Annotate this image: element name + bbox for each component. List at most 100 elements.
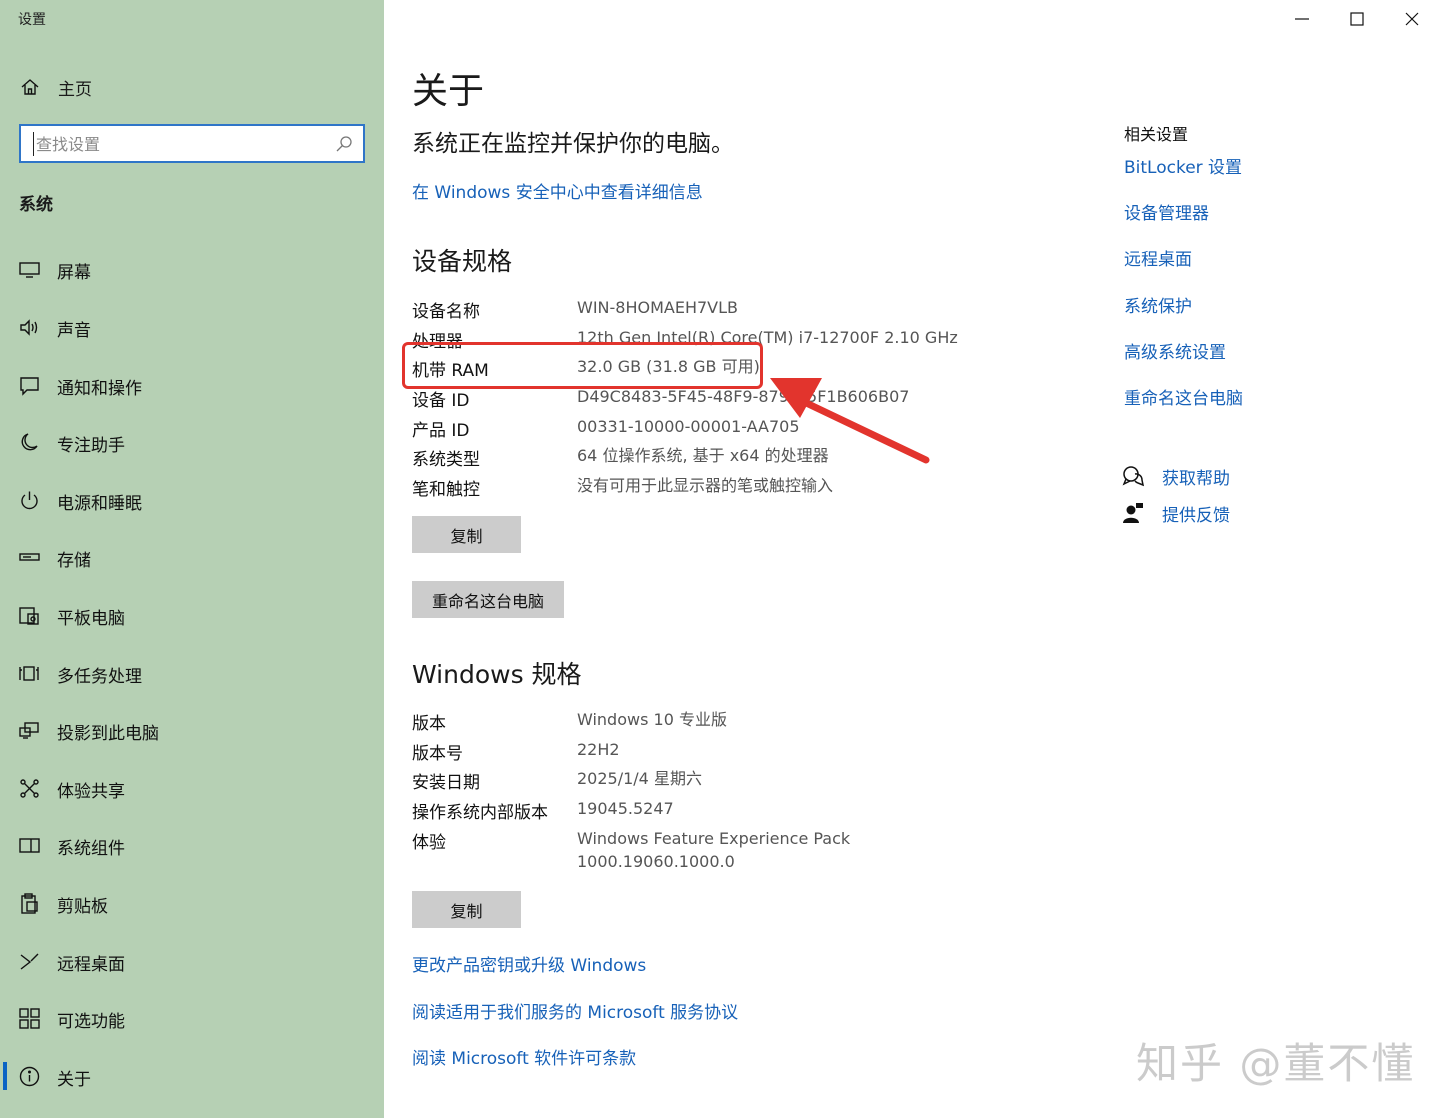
security-center-link[interactable]: 在 Windows 安全中心中查看详细信息	[412, 178, 703, 203]
monitor-icon	[19, 262, 40, 278]
spec-row-edition: 版本 Windows 10 专业版	[412, 709, 972, 735]
sidebar-home-label: 主页	[58, 80, 92, 100]
remote-icon	[20, 953, 39, 970]
page-title: 关于	[412, 71, 485, 112]
spec-value: WIN-8HOMAEH7VLB	[577, 298, 738, 317]
related-settings-title: 相关设置	[1124, 125, 1189, 144]
help-chat-icon	[1122, 466, 1144, 487]
license-terms-link[interactable]: 阅读 Microsoft 软件许可条款	[412, 1044, 636, 1069]
spec-key: 产品 ID	[412, 421, 470, 441]
rename-pc-link[interactable]: 重命名这台电脑	[1124, 384, 1243, 409]
maximize-icon	[1350, 12, 1364, 26]
spec-value-line2: 1000.19060.1000.0	[577, 852, 735, 871]
spec-row-experience: 体验 Windows Feature Experience Pack 1000.…	[412, 828, 972, 878]
search-box[interactable]	[19, 124, 365, 163]
spec-key: 版本号	[412, 744, 463, 764]
spec-key: 设备名称	[412, 302, 480, 322]
watermark: 知乎 @董不懂	[1136, 1039, 1416, 1088]
spec-key: 笔和触控	[412, 480, 480, 500]
windows-spec-heading: Windows 规格	[412, 660, 582, 689]
sidebar-item-shared-experiences[interactable]: 体验共享	[0, 767, 384, 809]
sidebar-item-label: 屏幕	[57, 263, 91, 283]
app-title: 设置	[18, 12, 46, 28]
sidebar-item-multitasking[interactable]: 多任务处理	[0, 652, 384, 694]
sidebar-item-label: 系统组件	[57, 839, 125, 859]
sidebar-item-project[interactable]: 投影到此电脑	[0, 709, 384, 751]
change-product-key-link[interactable]: 更改产品密钥或升级 Windows	[412, 951, 646, 976]
home-icon	[21, 79, 39, 95]
advanced-system-settings-link[interactable]: 高级系统设置	[1124, 338, 1226, 363]
spec-value: 没有可用于此显示器的笔或触控输入	[577, 476, 834, 495]
sidebar-item-display[interactable]: 屏幕	[0, 248, 384, 290]
minimize-button[interactable]	[1275, 0, 1329, 38]
multitask-icon	[19, 666, 39, 681]
sidebar-item-tablet[interactable]: 平板电脑	[0, 594, 384, 636]
spec-row-os-build: 操作系统内部版本 19045.5247	[412, 798, 972, 824]
spec-key: 版本	[412, 714, 446, 734]
spec-row-pen-touch: 笔和触控 没有可用于此显示器的笔或触控输入	[412, 475, 972, 501]
spec-key: 体验	[412, 833, 446, 853]
close-button[interactable]	[1385, 0, 1439, 38]
info-icon	[19, 1066, 40, 1087]
spec-key: 安装日期	[412, 773, 480, 793]
spec-value: 19045.5247	[577, 799, 674, 818]
sidebar-item-focus[interactable]: 专注助手	[0, 421, 384, 463]
speaker-icon	[20, 319, 38, 336]
device-manager-link[interactable]: 设备管理器	[1124, 199, 1209, 224]
sidebar-item-notifications[interactable]: 通知和操作	[0, 364, 384, 406]
moon-icon	[21, 433, 38, 451]
spec-value: 22H2	[577, 740, 620, 759]
sidebar-item-label: 剪贴板	[57, 897, 108, 917]
sidebar-item-label: 存储	[57, 551, 91, 571]
get-help-link[interactable]: 获取帮助	[1122, 463, 1322, 491]
sidebar-item-label: 平板电脑	[57, 609, 125, 629]
sidebar-item-label: 远程桌面	[57, 955, 125, 975]
sidebar-item-components[interactable]: 系统组件	[0, 824, 384, 866]
sidebar-item-label: 专注助手	[57, 436, 125, 456]
device-spec-heading: 设备规格	[412, 247, 513, 276]
service-agreement-link[interactable]: 阅读适用于我们服务的 Microsoft 服务协议	[412, 998, 738, 1023]
system-protection-link[interactable]: 系统保护	[1124, 292, 1192, 317]
power-icon	[21, 491, 38, 510]
rename-pc-button[interactable]: 重命名这台电脑	[412, 581, 564, 618]
section-title: 系统	[19, 195, 53, 215]
copy-device-spec-button[interactable]: 复制	[412, 516, 521, 553]
annotation-arrow-icon	[770, 378, 930, 464]
sidebar-item-label: 体验共享	[57, 782, 125, 802]
close-icon	[1405, 12, 1419, 26]
sidebar-item-label: 通知和操作	[57, 379, 142, 399]
spec-key: 系统类型	[412, 450, 480, 470]
bitlocker-link[interactable]: BitLocker 设置	[1124, 153, 1242, 178]
spec-value: Windows 10 专业版	[577, 710, 727, 729]
spec-row-version: 版本号 22H2	[412, 739, 972, 765]
sidebar-home[interactable]: 主页	[0, 68, 384, 106]
spec-key: 操作系统内部版本	[412, 803, 548, 823]
sidebar-item-remote-desktop[interactable]: 远程桌面	[0, 940, 384, 982]
feedback-link[interactable]: 提供反馈	[1122, 500, 1322, 528]
sidebar-item-power[interactable]: 电源和睡眠	[0, 479, 384, 521]
components-icon	[19, 838, 40, 853]
sidebar-item-storage[interactable]: 存储	[0, 536, 384, 578]
search-input[interactable]	[33, 132, 323, 156]
copy-windows-spec-button[interactable]: 复制	[412, 891, 521, 928]
sidebar-item-optional-features[interactable]: 可选功能	[0, 997, 384, 1039]
spec-value: Windows Feature Experience Pack	[577, 829, 851, 848]
maximize-button[interactable]	[1330, 0, 1384, 38]
clipboard-icon	[21, 893, 38, 914]
project-icon	[19, 722, 39, 739]
spec-row-device-name: 设备名称 WIN-8HOMAEH7VLB	[412, 297, 972, 323]
spec-row-install-date: 安装日期 2025/1/4 星期六	[412, 768, 972, 794]
sidebar: 设置 主页 系统 屏幕 声音 通知和操作 专注助手 电源和睡眠 存储 平板	[0, 0, 384, 1118]
sidebar-item-label: 可选功能	[57, 1012, 125, 1032]
sidebar-item-sound[interactable]: 声音	[0, 306, 384, 348]
apps-icon	[19, 1008, 40, 1029]
remote-desktop-link[interactable]: 远程桌面	[1124, 245, 1192, 270]
search-icon[interactable]	[335, 135, 353, 153]
sidebar-item-about[interactable]: 关于	[0, 1055, 384, 1097]
sidebar-item-label: 电源和睡眠	[57, 494, 142, 514]
spec-key: 设备 ID	[412, 391, 470, 411]
sidebar-item-label: 多任务处理	[57, 667, 142, 687]
storage-icon	[19, 553, 40, 561]
sidebar-item-clipboard[interactable]: 剪贴板	[0, 882, 384, 924]
share-icon	[20, 779, 39, 798]
